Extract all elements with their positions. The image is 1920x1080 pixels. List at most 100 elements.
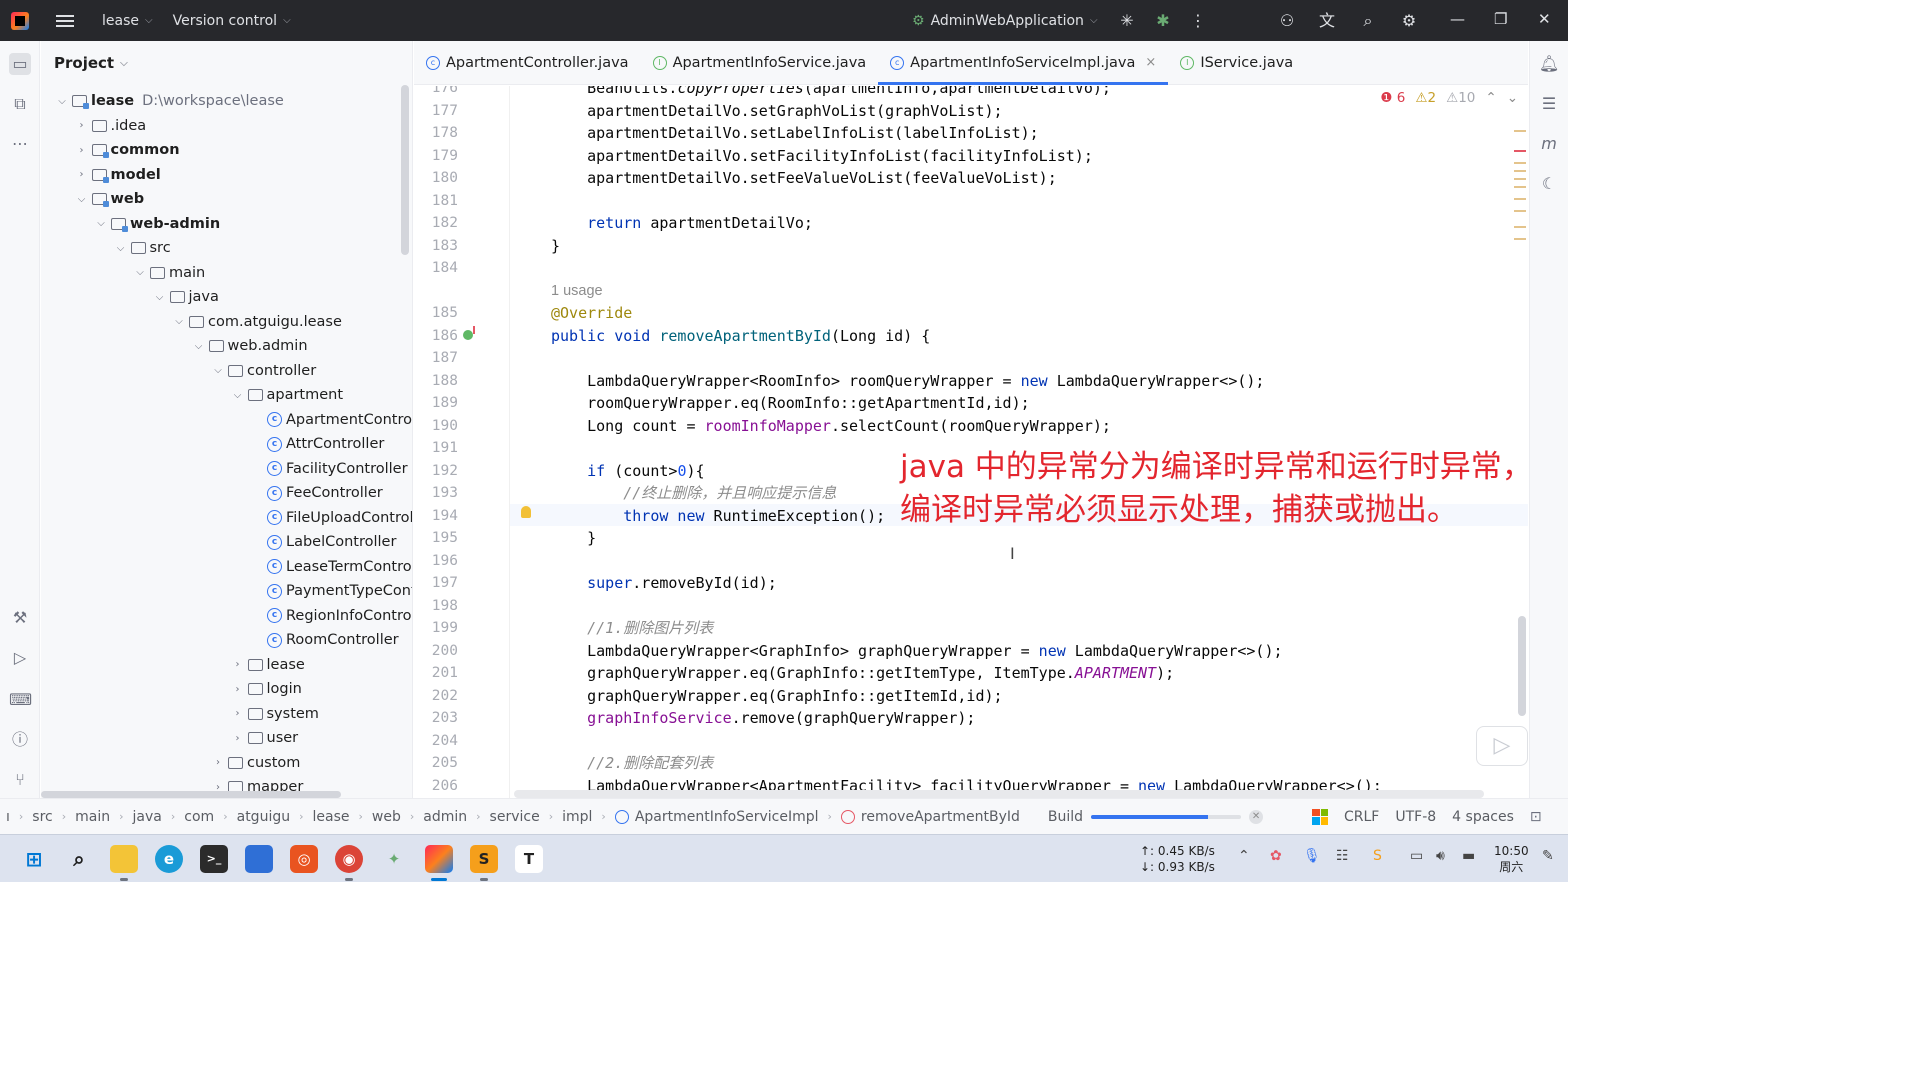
breadcrumb-item[interactable]: removeApartmentById bbox=[861, 809, 1020, 825]
chevron-right-icon[interactable]: › bbox=[75, 169, 89, 180]
line-separator[interactable]: CRLF bbox=[1344, 809, 1379, 825]
error-stripe-mark[interactable] bbox=[1514, 178, 1526, 180]
tree-item[interactable]: › custom bbox=[41, 751, 300, 775]
tree-item[interactable]: ⌵ main bbox=[41, 261, 205, 285]
tree-item[interactable]: ⌵ web-admin bbox=[41, 212, 220, 236]
git-icon[interactable]: ⑂ bbox=[9, 769, 31, 791]
usage-hint[interactable]: 1 usage bbox=[551, 280, 603, 302]
error-stripe-mark[interactable] bbox=[1514, 170, 1526, 172]
video-play-icon[interactable]: ▷ bbox=[1476, 726, 1528, 766]
code-line[interactable]: LambdaQueryWrapper<GraphInfo> graphQuery… bbox=[551, 640, 1282, 662]
tree-item[interactable]: ⌵ src bbox=[41, 236, 171, 260]
edge-browser-icon[interactable]: e bbox=[155, 845, 183, 873]
tree-item[interactable]: c FeeController bbox=[41, 481, 383, 505]
restore-icon[interactable]: ❐ bbox=[1494, 10, 1507, 28]
terminal-icon[interactable]: ⌨ bbox=[9, 689, 32, 711]
chevron-right-icon[interactable]: › bbox=[75, 145, 89, 156]
tree-item[interactable]: ⌵ web.admin bbox=[41, 334, 308, 358]
volume-icon[interactable]: 🔊︎ bbox=[1436, 848, 1445, 864]
project-horizontal-scrollbar[interactable] bbox=[41, 791, 341, 798]
chevron-down-icon[interactable]: ⌵ bbox=[211, 365, 225, 376]
breadcrumb-item[interactable]: admin bbox=[423, 809, 467, 825]
minimize-icon[interactable]: — bbox=[1450, 10, 1465, 28]
code-line[interactable]: } bbox=[551, 235, 560, 257]
code-line[interactable]: BeanUtils.copyProperties(apartmentInfo,a… bbox=[551, 86, 1111, 99]
error-stripe-mark[interactable] bbox=[1514, 130, 1526, 132]
gradle-icon[interactable]: ☾ bbox=[1538, 173, 1560, 195]
sogou-ime-icon[interactable]: S bbox=[1373, 848, 1382, 864]
editor-horizontal-scrollbar[interactable] bbox=[514, 790, 1484, 798]
cancel-build-icon[interactable]: ✕ bbox=[1249, 809, 1264, 824]
code-line[interactable]: return apartmentDetailVo; bbox=[551, 212, 813, 234]
tree-item[interactable]: ⌵ java bbox=[41, 285, 219, 309]
terminal-app-icon[interactable]: >_ bbox=[200, 845, 228, 873]
breadcrumb-item[interactable]: atguigu bbox=[237, 809, 290, 825]
build-hammer-icon[interactable]: ⚒ bbox=[9, 607, 31, 629]
chevron-down-icon[interactable]: ⌵ bbox=[75, 194, 89, 205]
inspection-widget[interactable]: ❶ 6 ⚠2 ⚠10 ⌃ ⌄ bbox=[1380, 90, 1518, 106]
intellij-logo-icon[interactable] bbox=[11, 11, 29, 30]
breadcrumb-item[interactable]: web bbox=[372, 809, 401, 825]
code-line[interactable]: apartmentDetailVo.setFacilityInfoList(fa… bbox=[551, 145, 1093, 167]
services-icon[interactable]: ▷ bbox=[9, 647, 31, 669]
debug-icon[interactable]: ✱ bbox=[1152, 10, 1174, 32]
file-explorer-icon[interactable] bbox=[110, 845, 138, 873]
breadcrumb-item[interactable]: ı bbox=[6, 809, 10, 825]
code-line[interactable]: } bbox=[551, 527, 596, 549]
start-menu-icon[interactable]: ⊞ bbox=[20, 845, 48, 873]
typora-icon[interactable]: T bbox=[515, 845, 543, 873]
tree-item[interactable]: › model bbox=[41, 163, 161, 187]
code-line[interactable]: roomQueryWrapper.eq(RoomInfo::getApartme… bbox=[551, 392, 1030, 414]
tree-item[interactable]: › system bbox=[41, 702, 319, 726]
battery-icon[interactable]: ▬ bbox=[1462, 848, 1475, 864]
editor-tab[interactable]: I ApartmentInfoService.java bbox=[641, 41, 879, 85]
main-menu-icon[interactable] bbox=[56, 12, 74, 30]
sublime-icon[interactable]: S bbox=[470, 845, 498, 873]
editor-tab[interactable]: c ApartmentController.java bbox=[414, 41, 641, 85]
tray-network-icon[interactable]: ☷ bbox=[1336, 848, 1349, 864]
code-line[interactable]: apartmentDetailVo.setGraphVoList(graphVo… bbox=[551, 100, 1002, 122]
code-line[interactable]: graphQueryWrapper.eq(GraphInfo::getItemI… bbox=[551, 685, 1002, 707]
project-vertical-scrollbar[interactable] bbox=[401, 85, 409, 255]
system-clock[interactable]: 10:50 周六 bbox=[1494, 843, 1529, 875]
chrome-icon[interactable]: ◉ bbox=[335, 845, 363, 873]
tree-item[interactable]: › user bbox=[41, 726, 299, 750]
lightbulb-icon[interactable] bbox=[521, 506, 531, 518]
chevron-right-icon[interactable]: › bbox=[231, 733, 245, 744]
breadcrumb-item[interactable]: ApartmentInfoServiceImpl bbox=[635, 809, 819, 825]
ubuntu-icon[interactable]: ◎ bbox=[290, 845, 318, 873]
intellij-taskbar-icon[interactable] bbox=[425, 845, 453, 873]
store-icon[interactable] bbox=[245, 845, 273, 873]
breadcrumb-item[interactable]: src bbox=[32, 809, 52, 825]
settings-gear-icon[interactable]: ⚙ bbox=[1398, 10, 1420, 32]
chevron-down-icon[interactable]: ⌵ bbox=[114, 243, 128, 254]
tree-item[interactable]: ⌵ web bbox=[41, 187, 144, 211]
error-stripe-mark[interactable] bbox=[1514, 150, 1526, 152]
tree-item[interactable]: ⌵ lease D:\workspace\lease bbox=[41, 89, 284, 113]
tree-item[interactable]: c LeaseTermControl bbox=[41, 555, 412, 579]
chevron-right-icon[interactable]: › bbox=[231, 708, 245, 719]
add-user-icon[interactable]: ⚇ bbox=[1276, 10, 1298, 32]
editor-vertical-scrollbar[interactable] bbox=[1518, 616, 1526, 716]
tree-item[interactable]: ⌵ controller bbox=[41, 359, 316, 383]
code-line[interactable]: if (count>0){ bbox=[551, 460, 704, 482]
code-line[interactable]: graphQueryWrapper.eq(GraphInfo::getItemT… bbox=[551, 662, 1174, 684]
chevron-right-icon[interactable]: › bbox=[211, 757, 225, 768]
code-line[interactable]: super.removeById(id); bbox=[551, 572, 777, 594]
code-line[interactable]: graphInfoService.remove(graphQueryWrappe… bbox=[551, 707, 975, 729]
maven-icon[interactable]: m bbox=[1538, 133, 1560, 155]
error-stripe-mark[interactable] bbox=[1514, 186, 1526, 188]
vcs-menu[interactable]: Version control ⌵ bbox=[173, 13, 291, 29]
error-stripe-mark[interactable] bbox=[1514, 210, 1526, 212]
next-highlight-icon[interactable]: ⌄ bbox=[1507, 90, 1518, 106]
app-launcher-icon[interactable]: ✦ bbox=[380, 845, 408, 873]
chevron-down-icon[interactable]: ⌵ bbox=[231, 390, 245, 401]
chevron-down-icon[interactable]: ⌵ bbox=[133, 267, 147, 278]
database-icon[interactable]: ☰ bbox=[1538, 93, 1560, 115]
structure-icon[interactable]: ⧉ bbox=[9, 93, 31, 115]
more-actions-icon[interactable]: ⋮ bbox=[1187, 10, 1209, 32]
file-encoding[interactable]: UTF-8 bbox=[1395, 809, 1436, 825]
code-line[interactable]: apartmentDetailVo.setLabelInfoList(label… bbox=[551, 122, 1039, 144]
code-line[interactable]: //终止删除，并且响应提示信息 bbox=[551, 482, 836, 504]
code-line[interactable]: apartmentDetailVo.setFeeValueVoList(feeV… bbox=[551, 167, 1057, 189]
